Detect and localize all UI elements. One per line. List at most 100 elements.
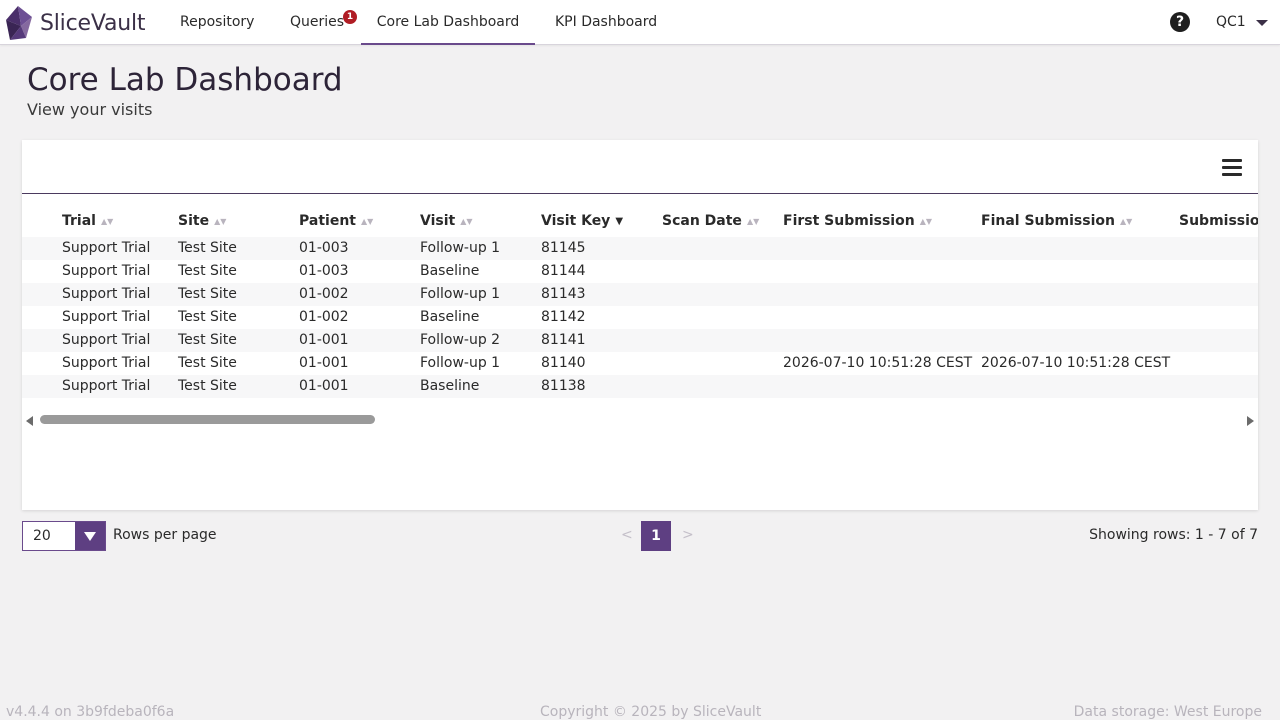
nav-repository-label: Repository <box>180 14 255 30</box>
cell-first-submission: 2026-07-10 10:51:28 CEST <box>783 355 973 371</box>
user-menu[interactable]: QC1 <box>1216 0 1246 45</box>
cell-visit: Follow-up 1 <box>420 240 501 256</box>
cell-site: Test Site <box>178 378 237 394</box>
nav-repository[interactable]: Repository <box>180 0 254 45</box>
column-header-submission[interactable]: Submission <box>1179 213 1258 229</box>
footer-version: v4.4.4 on 3b9fdeba0f6a <box>6 704 175 720</box>
cell-visit: Baseline <box>420 309 480 325</box>
cell-trial: Support Trial <box>62 263 151 279</box>
page-title: Core Lab Dashboard <box>27 62 343 98</box>
cell-patient: 01-002 <box>299 286 349 302</box>
scroll-left-arrow-icon[interactable] <box>26 416 33 426</box>
cell-patient: 01-003 <box>299 263 349 279</box>
column-header-label: Scan Date <box>662 213 742 229</box>
cell-site: Test Site <box>178 309 237 325</box>
question-circle-icon[interactable]: ? <box>1170 12 1190 32</box>
table-row[interactable]: Support Trial Test Site 01-002 Baseline … <box>22 306 1258 329</box>
cell-visit-key: 81144 <box>541 263 586 279</box>
table-row[interactable]: Support Trial Test Site 01-002 Follow-up… <box>22 283 1258 306</box>
cell-trial: Support Trial <box>62 332 151 348</box>
sort-icon: ▲▼ <box>1119 217 1133 226</box>
cell-site: Test Site <box>178 355 237 371</box>
column-header-label: Trial <box>62 213 96 229</box>
cell-visit: Baseline <box>420 263 480 279</box>
table-row[interactable]: Support Trial Test Site 01-001 Follow-up… <box>22 329 1258 352</box>
cell-patient: 01-003 <box>299 240 349 256</box>
cell-final-submission: 2026-07-10 10:51:28 CEST <box>981 355 1171 371</box>
column-header-visit-key[interactable]: Visit Key ▼ <box>541 213 623 229</box>
column-header-label: Patient <box>299 213 356 229</box>
column-header-label: Submission <box>1179 213 1258 229</box>
column-header-label: Site <box>178 213 210 229</box>
next-page-button[interactable]: > <box>682 527 694 543</box>
table-toolbar <box>22 140 1258 194</box>
nav-core-lab-dashboard-label: Core Lab Dashboard <box>376 14 520 30</box>
cell-visit-key: 81138 <box>541 378 586 394</box>
cell-trial: Support Trial <box>62 355 151 371</box>
table-row[interactable]: Support Trial Test Site 01-001 Baseline … <box>22 375 1258 398</box>
sort-icon: ▲▼ <box>214 217 227 226</box>
cell-visit: Follow-up 2 <box>420 332 501 348</box>
nav-queries-label: Queries <box>290 14 345 30</box>
visits-table: Trial ▲▼ Site ▲▼ Patient ▲▼ Visit ▲▼ Visit K… <box>22 195 1258 398</box>
cell-visit-key: 81143 <box>541 286 586 302</box>
nav-kpi-dashboard[interactable]: KPI Dashboard <box>555 0 657 45</box>
cell-trial: Support Trial <box>62 309 151 325</box>
cell-visit: Follow-up 1 <box>420 286 501 302</box>
cell-patient: 01-001 <box>299 378 349 394</box>
cell-trial: Support Trial <box>62 240 151 256</box>
horizontal-scrollbar[interactable] <box>22 412 1258 428</box>
column-header-patient[interactable]: Patient ▲▼ <box>299 213 373 229</box>
nav-queries[interactable]: Queries 1 <box>290 0 357 45</box>
table-row[interactable]: Support Trial Test Site 01-001 Follow-up… <box>22 352 1258 375</box>
page-1-button[interactable]: 1 <box>641 521 671 551</box>
footer-copyright: Copyright © 2025 by SliceVault <box>540 704 762 720</box>
previous-page-button[interactable]: < <box>621 527 633 543</box>
column-header-trial[interactable]: Trial ▲▼ <box>62 213 113 229</box>
slicevault-logo-icon <box>6 6 32 40</box>
rows-per-page-label: Rows per page <box>113 527 217 543</box>
app-logo[interactable]: SliceVault <box>4 4 146 42</box>
visits-table-card: Trial ▲▼ Site ▲▼ Patient ▲▼ Visit ▲▼ Visit K… <box>22 140 1258 510</box>
column-header-site[interactable]: Site ▲▼ <box>178 213 226 229</box>
column-header-visit[interactable]: Visit ▲▼ <box>420 213 473 229</box>
column-header-label: First Submission <box>783 213 915 229</box>
cell-trial: Support Trial <box>62 286 151 302</box>
cell-patient: 01-001 <box>299 332 349 348</box>
queries-count-badge: 1 <box>343 10 357 24</box>
sort-icon: ▲▼ <box>460 217 473 226</box>
column-header-first-submission[interactable]: First Submission ▲▼ <box>783 213 932 229</box>
cell-visit-key: 81141 <box>541 332 586 348</box>
sort-icon: ▲▼ <box>919 217 932 226</box>
showing-rows-count: Showing rows: 1 - 7 of 7 <box>1089 527 1258 543</box>
sort-icon: ▲▼ <box>100 217 114 226</box>
nav-core-lab-dashboard[interactable]: Core Lab Dashboard <box>361 0 535 45</box>
caret-down-icon[interactable] <box>1256 20 1268 26</box>
sort-descending-icon: ▼ <box>615 216 624 227</box>
rows-per-page-select[interactable]: 20 <box>22 521 106 551</box>
cell-visit-key: 81145 <box>541 240 586 256</box>
cell-patient: 01-001 <box>299 355 349 371</box>
nav-kpi-dashboard-label: KPI Dashboard <box>555 14 658 30</box>
user-name: QC1 <box>1216 14 1246 30</box>
column-header-label: Visit <box>420 213 456 229</box>
sort-icon: ▲▼ <box>360 217 374 226</box>
rows-per-page-value: 20 <box>33 528 51 544</box>
column-header-scan-date[interactable]: Scan Date ▲▼ <box>662 213 759 229</box>
page-subtitle: View your visits <box>27 100 153 119</box>
table-row[interactable]: Support Trial Test Site 01-003 Follow-up… <box>22 237 1258 260</box>
cell-visit: Baseline <box>420 378 480 394</box>
cell-visit-key: 81140 <box>541 355 586 371</box>
scrollbar-thumb[interactable] <box>40 415 375 424</box>
scroll-right-arrow-icon[interactable] <box>1247 416 1254 426</box>
cell-trial: Support Trial <box>62 378 151 394</box>
column-header-final-submission[interactable]: Final Submission ▲▼ <box>981 213 1132 229</box>
cell-visit-key: 81142 <box>541 309 586 325</box>
cell-patient: 01-002 <box>299 309 349 325</box>
menu-icon[interactable] <box>1222 159 1242 177</box>
dropdown-arrow-icon[interactable] <box>75 522 105 550</box>
table-header-row: Trial ▲▼ Site ▲▼ Patient ▲▼ Visit ▲▼ Visit K… <box>22 195 1258 237</box>
table-row[interactable]: Support Trial Test Site 01-003 Baseline … <box>22 260 1258 283</box>
cell-site: Test Site <box>178 332 237 348</box>
sort-icon: ▲▼ <box>746 217 760 226</box>
